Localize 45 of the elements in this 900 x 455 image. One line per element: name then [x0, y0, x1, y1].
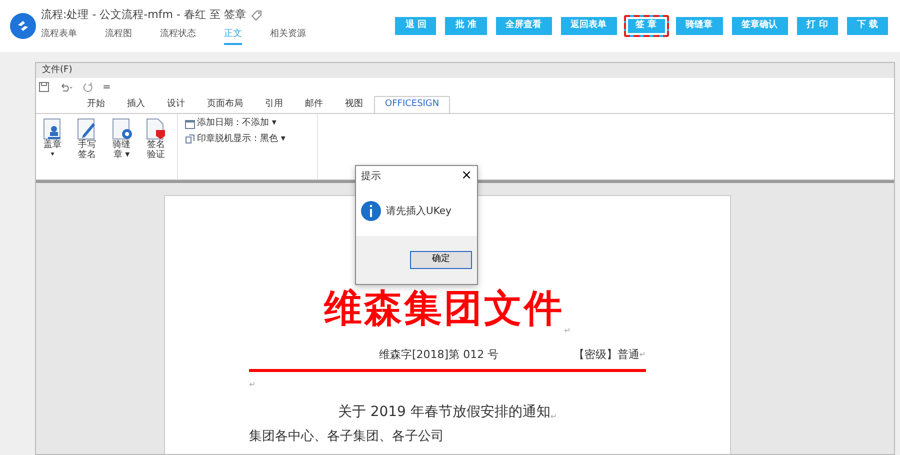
close-button[interactable]: ×: [461, 166, 472, 186]
save-icon: [38, 82, 48, 92]
ribbon-button[interactable]: 手写 签名: [73, 116, 101, 163]
ribbon-tab[interactable]: 引用: [254, 96, 294, 112]
ribbon-tab[interactable]: 视图: [334, 96, 374, 112]
logo-icon: [10, 13, 36, 39]
paragraph-mark: ↵: [249, 380, 256, 389]
ribbon-button[interactable]: 印章脱机显示：黑色 ▾: [182, 132, 312, 147]
ok-button[interactable]: 确定: [410, 251, 472, 269]
classification-level: 【密级】普通: [573, 346, 640, 362]
dialog-title: 提示: [361, 170, 381, 184]
redo-icon: [82, 82, 92, 92]
date-icon: [184, 118, 194, 129]
file-menu[interactable]: 文件(F): [42, 65, 72, 75]
nav-tab[interactable]: 流程表单: [41, 26, 77, 46]
notice-title: 关于 2019 年春节放假安排的通知: [338, 403, 550, 422]
ribbon-button[interactable]: 骑缝 章 ▾: [108, 116, 136, 163]
seam-icon: [110, 118, 132, 140]
nav-tab[interactable]: 相关资源: [270, 26, 306, 46]
paragraph-mark: ↵: [564, 324, 571, 336]
info-icon: [361, 201, 381, 221]
nav-tab[interactable]: 流程状态: [160, 26, 196, 46]
ribbon-tab[interactable]: 开始: [76, 96, 116, 112]
document-number: 维森字[2018]第 012 号: [379, 346, 499, 362]
ribbon-tab[interactable]: 设计: [156, 96, 196, 112]
ribbon-tab[interactable]: 页面布局: [196, 96, 254, 112]
ribbon-tab[interactable]: 邮件: [294, 96, 334, 112]
page-title: 流程:处理 - 公文流程-mfm - 春红 至 签章: [41, 6, 246, 23]
verify-icon: [145, 118, 167, 140]
paragraph-mark: ↵: [550, 411, 558, 423]
paragraph-mark: ↵: [639, 348, 646, 361]
nav-tab[interactable]: 流程图: [105, 26, 132, 46]
document-masthead: 维森集团文件: [324, 284, 564, 332]
stamp-icon: [42, 118, 64, 140]
undo-icon: [58, 82, 72, 92]
ribbon-button[interactable]: 签名 验证: [142, 116, 170, 163]
ribbon-button[interactable]: 添加日期：不添加 ▾: [182, 116, 312, 132]
body-text: 集团各中心、各子集团、各子公司: [249, 428, 445, 446]
dialog-message: 请先插入UKey: [386, 204, 452, 218]
handwrite-icon: [76, 118, 98, 140]
ribbon-tab[interactable]: OFFICESIGN: [374, 96, 450, 112]
tag-icon: [250, 10, 262, 20]
ribbon-tab[interactable]: 插入: [116, 96, 156, 112]
display-icon: [184, 134, 194, 144]
customize-toolbar-button[interactable]: =: [102, 80, 111, 94]
